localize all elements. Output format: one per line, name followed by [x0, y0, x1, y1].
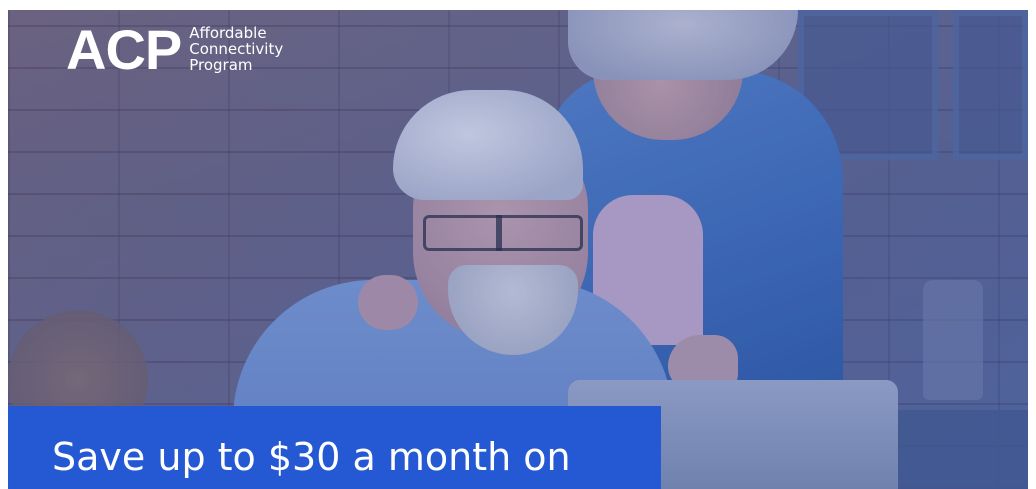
- logo-line-1: Affordable: [189, 24, 267, 42]
- logo-program-name: Affordable Connectivity Program: [189, 25, 283, 73]
- headline-text: Save up to $30 a month on: [52, 435, 571, 479]
- logo-line-2: Connectivity: [189, 40, 284, 58]
- acp-logo: ACP Affordable Connectivity Program: [66, 22, 283, 78]
- logo-line-3: Program: [189, 56, 253, 74]
- logo-acronym: ACP: [66, 18, 182, 81]
- headline-banner: Save up to $30 a month on: [8, 406, 661, 489]
- hero-slide: ACP Affordable Connectivity Program Save…: [8, 10, 1028, 489]
